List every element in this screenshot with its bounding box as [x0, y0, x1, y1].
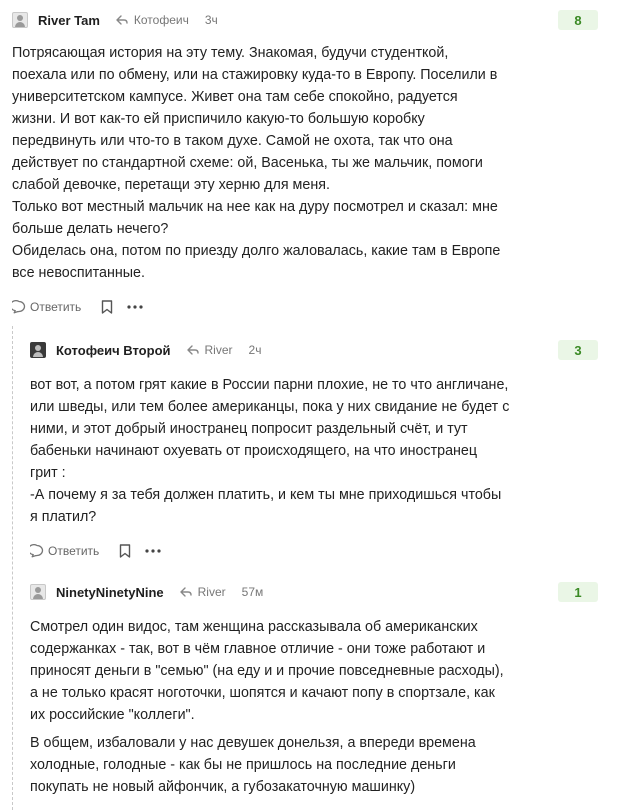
reply-to-link[interactable]: River [179, 585, 226, 599]
bookmark-icon [120, 544, 131, 558]
text-line: Только вот местный мальчик на нее как на… [12, 199, 498, 215]
comment-time: 2ч [248, 343, 262, 357]
reply-button[interactable]: Ответить [12, 300, 81, 314]
text-line: В общем, избаловали у нас девушек донель… [30, 735, 476, 751]
more-button[interactable] [127, 305, 143, 309]
text-line: содержанках - так, вот в чём главное отл… [30, 641, 486, 657]
text-line: передвинуть или что-то в таком духе. Сам… [12, 133, 453, 149]
text-line: жизни. И вот как-то ей приспичило какую-… [12, 111, 425, 127]
text-line: их российские "коллеги". [30, 707, 195, 723]
author-name[interactable]: River Tam [38, 13, 100, 28]
bookmark-button[interactable] [119, 544, 131, 558]
reply-to-link[interactable]: River [186, 343, 233, 357]
comment-text: Смотрел один видос, там женщина рассказы… [30, 616, 598, 798]
text-line: покупать не новый айфончик, а губозакато… [30, 779, 416, 795]
text-line: действует по стандартной схеме: ой, Васе… [12, 155, 483, 171]
avatar[interactable] [30, 342, 46, 358]
author-name[interactable]: Котофеич Второй [56, 343, 171, 358]
text-line: слабой девочке, перетащи эту херню для м… [12, 177, 330, 193]
avatar[interactable] [30, 584, 46, 600]
comment-text: вот вот, а потом грят какие в России пар… [30, 374, 598, 528]
text-line: Потрясающая история на эту тему. Знакома… [12, 45, 449, 61]
text-line: все невоспитанные. [12, 265, 145, 281]
rating-badge: 8 [558, 10, 598, 30]
text-line: -А почему я за тебя должен платить, и ке… [30, 487, 502, 503]
rating-badge: 1 [558, 582, 598, 602]
reply-to-name: River [204, 343, 233, 357]
author-name[interactable]: NinetyNinetyNine [56, 585, 164, 600]
rating-badge: 3 [558, 340, 598, 360]
text-line: или шведы, или тем более американцы, пок… [30, 399, 510, 415]
comment-bubble-icon [12, 300, 26, 314]
thread-line [12, 326, 13, 810]
text-line: грит : [30, 465, 66, 481]
comment-header: NinetyNinetyNine River 57м 1 [30, 578, 598, 606]
text-paragraph: Смотрел один видос, там женщина рассказы… [30, 616, 598, 726]
comment: River Tam Котофеич 3ч 8 Потрясающая исто… [12, 6, 598, 319]
text-line: я платил? [30, 509, 97, 525]
comment-bubble-icon [30, 544, 44, 558]
text-line: Обиделась она, потом по приезду долго жа… [12, 243, 501, 259]
comment-header: River Tam Котофеич 3ч 8 [12, 6, 598, 34]
text-line: приносят деньги в "семью" (на еду и и пр… [30, 663, 504, 679]
reply-arrow-icon [179, 587, 192, 597]
text-line: ними, и этот добрый иностранец попросит … [30, 421, 468, 437]
reply-to-link[interactable]: Котофеич [116, 13, 189, 27]
text-line: вот вот, а потом грят какие в России пар… [30, 377, 509, 393]
text-line: Смотрел один видос, там женщина рассказы… [30, 619, 478, 635]
comment: NinetyNinetyNine River 57м 1 Смотрел оди… [30, 578, 598, 798]
text-line: университетском кампусе. Живет она там с… [12, 89, 458, 105]
text-paragraph: В общем, избаловали у нас девушек донель… [30, 732, 598, 798]
reply-button-label: Ответить [30, 300, 82, 314]
reply-arrow-icon [116, 15, 128, 25]
more-button[interactable] [145, 549, 161, 553]
bookmark-button[interactable] [101, 300, 113, 314]
reply-to-name: Котофеич [133, 13, 189, 27]
text-line: больше делать нечего? [12, 221, 169, 237]
text-line: а не только красят ноготочки, шопятся и … [30, 685, 495, 701]
reply-to-name: River [197, 585, 226, 599]
more-dots-icon [145, 549, 161, 553]
comment-text: Потрясающая история на эту тему. Знакома… [12, 42, 598, 284]
comment-time: 3ч [204, 13, 218, 27]
comment-header: Котофеич Второй River 2ч 3 [30, 336, 598, 364]
bookmark-icon [102, 300, 113, 314]
text-line: поехала или по обмену, или на стажировку… [12, 67, 498, 83]
comment: Котофеич Второй River 2ч 3 вот вот, а по… [30, 336, 598, 563]
reply-arrow-icon [186, 345, 199, 355]
comment-actions: Ответить [30, 539, 598, 563]
comment-time: 57м [241, 585, 264, 599]
reply-button[interactable]: Ответить [30, 544, 99, 558]
more-dots-icon [127, 305, 143, 309]
text-line: холодные, голодные - как бы не пришлось … [30, 757, 456, 773]
reply-button-label: Ответить [48, 544, 100, 558]
text-line: бабеньки начинают охуевать от происходящ… [30, 443, 478, 459]
comment-actions: Ответить [12, 295, 598, 319]
avatar[interactable] [12, 12, 28, 28]
